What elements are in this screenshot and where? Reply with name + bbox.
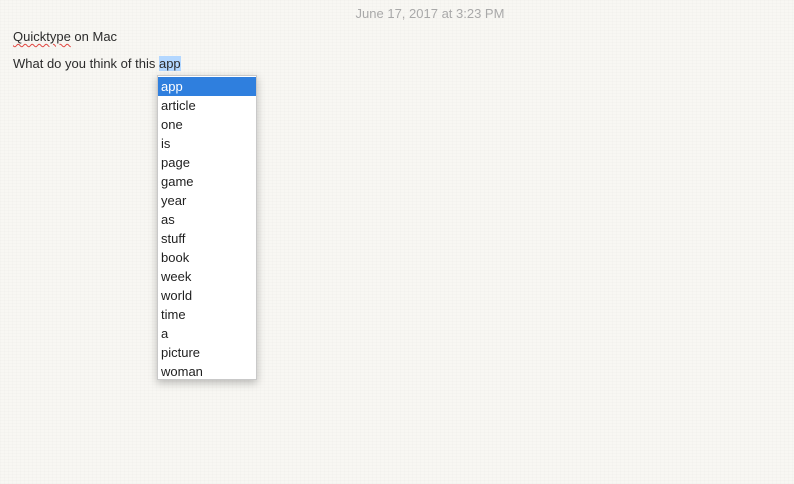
suggestion-item[interactable]: woman (158, 362, 256, 381)
suggestion-item[interactable]: time (158, 305, 256, 324)
suggestion-item[interactable]: week (158, 267, 256, 286)
suggestion-item[interactable]: as (158, 210, 256, 229)
suggestion-item[interactable]: a (158, 324, 256, 343)
paper-background (0, 0, 794, 484)
suggestion-item[interactable]: book (158, 248, 256, 267)
note-title-line[interactable]: Quicktype on Mac (13, 29, 181, 45)
suggestion-item[interactable]: app (158, 77, 256, 96)
suggestion-item[interactable]: picture (158, 343, 256, 362)
completion-dropdown[interactable]: app article one is page game year as stuff book we… (157, 75, 257, 380)
suggestion-item[interactable]: article (158, 96, 256, 115)
suggestion-item[interactable]: game (158, 172, 256, 191)
suggestion-item[interactable]: stuff (158, 229, 256, 248)
suggestion-item[interactable]: page (158, 153, 256, 172)
note-timestamp: June 17, 2017 at 3:23 PM (355, 6, 505, 21)
suggestion-item[interactable]: one (158, 115, 256, 134)
note-body[interactable]: Quicktype on Mac What do you think of th… (13, 29, 181, 72)
note-sentence-line[interactable]: What do you think of this app (13, 56, 181, 72)
suggestion-item[interactable]: is (158, 134, 256, 153)
suggestion-item[interactable]: world (158, 286, 256, 305)
sentence-text: What do you think of this (13, 56, 159, 71)
misspelled-word[interactable]: Quicktype (13, 29, 71, 44)
suggestion-item[interactable]: year (158, 191, 256, 210)
selected-word[interactable]: app (158, 56, 181, 71)
title-text: on Mac (70, 29, 118, 44)
